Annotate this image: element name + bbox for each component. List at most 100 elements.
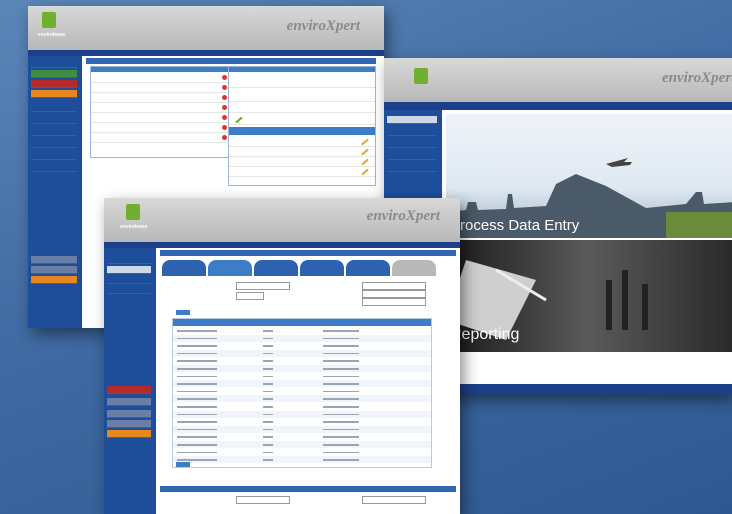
sidebar-item[interactable] [31,164,77,172]
detail-row [229,89,375,102]
table-row[interactable] [173,365,431,372]
list-row[interactable] [91,83,231,93]
table-row[interactable] [173,387,431,395]
search-button[interactable] [176,310,190,315]
table-row[interactable] [173,342,431,350]
table-row[interactable] [173,441,431,448]
delete-icon[interactable] [222,95,227,100]
sidebar-item-active[interactable] [107,266,151,274]
banner-reporting[interactable]: Reporting [446,240,732,352]
sidebar-item[interactable] [107,430,151,438]
sidebar-item[interactable] [31,140,77,148]
table-cell [263,428,273,431]
edit-icon[interactable] [361,148,369,156]
sidebar-item[interactable] [31,266,77,274]
sidebar-item[interactable] [107,398,151,406]
table-cell [323,368,359,370]
table-row[interactable] [173,372,431,380]
table-cell [323,337,359,340]
sidebar-item[interactable] [387,128,437,136]
table-cell [263,330,273,332]
delete-icon[interactable] [222,135,227,140]
detail-row [229,157,375,167]
table-row[interactable] [173,456,431,464]
detail-row [229,75,375,88]
detail-row [229,137,375,147]
sidebar-item[interactable] [107,410,151,418]
edit-icon[interactable] [235,116,243,124]
table-row[interactable] [173,349,431,357]
sidebar-item[interactable] [31,90,77,98]
delete-icon[interactable] [222,75,227,80]
edit-icon[interactable] [361,168,369,176]
list-row[interactable] [91,133,231,143]
table-row[interactable] [173,448,431,456]
table-row[interactable] [173,425,431,433]
sidebar-item[interactable] [31,116,77,124]
table-cell [323,398,359,400]
sidebar-item[interactable] [31,60,77,68]
table-row[interactable] [173,334,431,342]
table-row[interactable] [173,418,431,426]
sidebar-item[interactable] [31,128,77,136]
list-panel [90,66,232,158]
table-row[interactable] [173,357,431,365]
tab[interactable] [392,260,436,276]
table-row[interactable] [173,410,431,418]
delete-icon[interactable] [222,85,227,90]
list-row[interactable] [91,73,231,83]
filter-select[interactable] [362,496,426,504]
edit-icon[interactable] [361,138,369,146]
sidebar-item-active[interactable] [387,116,437,124]
list-row[interactable] [91,123,231,133]
detail-row [229,103,375,113]
delete-icon[interactable] [222,125,227,130]
tab[interactable] [346,260,390,276]
sidebar-item[interactable] [107,420,151,428]
tab[interactable] [162,260,206,276]
tab[interactable] [254,260,298,276]
sidebar-item[interactable] [31,80,77,88]
sidebar-item[interactable] [107,286,151,294]
list-row[interactable] [91,93,231,103]
add-button[interactable] [176,462,190,467]
filter-select[interactable] [236,282,290,290]
sidebar-item[interactable] [107,386,151,394]
sidebar-item[interactable] [31,276,77,284]
sidebar-item[interactable] [107,276,151,284]
edit-icon[interactable] [361,158,369,166]
banner-process-data-entry[interactable]: Process Data Entry [446,114,732,238]
logo-icon [42,12,56,28]
brand-name: enviroXpert [366,208,440,224]
sidebar-item[interactable] [107,256,151,264]
logo-text: envirolease [120,224,148,230]
table-cell [177,428,217,431]
tab[interactable] [300,260,344,276]
filter-select[interactable] [362,282,426,290]
sidebar-item-active[interactable] [31,70,77,78]
table-row[interactable] [173,327,431,334]
sidebar-item[interactable] [387,140,437,148]
sidebar-item[interactable] [387,164,437,172]
filter-select[interactable] [236,496,290,504]
table-row[interactable] [173,380,431,388]
sidebar-item[interactable] [387,152,437,160]
banner-title: Process Data Entry [450,217,580,234]
filter-select[interactable] [236,292,264,300]
table-row[interactable] [173,433,431,441]
table-cell [177,398,217,400]
list-row[interactable] [91,103,231,113]
delete-icon[interactable] [222,105,227,110]
table-row[interactable] [173,395,431,403]
table-cell [263,390,273,393]
banner-title: Reporting [450,326,520,343]
sidebar-item[interactable] [31,152,77,160]
table-row[interactable] [173,403,431,410]
delete-icon[interactable] [222,115,227,120]
sidebar-item[interactable] [31,104,77,112]
tab-active[interactable] [208,260,252,276]
date-input[interactable] [362,298,426,306]
list-row[interactable] [91,113,231,123]
date-input[interactable] [362,290,426,298]
sidebar-item[interactable] [31,256,77,264]
